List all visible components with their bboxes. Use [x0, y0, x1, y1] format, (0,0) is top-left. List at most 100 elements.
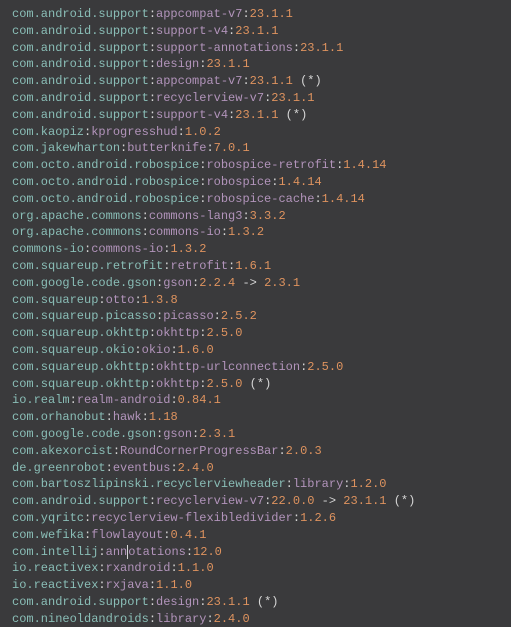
dependency-line: org.apache.commons:commons-io:1.3.2	[12, 224, 499, 241]
version-number: 1.3.2	[228, 225, 264, 239]
package-name: com.android.support	[12, 595, 149, 609]
dependency-line: com.android.support:support-annotations:…	[12, 40, 499, 57]
package-name: com.android.support	[12, 7, 149, 21]
package-name: com.squareup	[12, 293, 98, 307]
artifact-name: okhttp	[156, 377, 199, 391]
version-number: 2.3.1	[199, 427, 235, 441]
package-name: com.squareup.retrofit	[12, 259, 163, 273]
package-name: com.octo.android.robospice	[12, 158, 199, 172]
version-number: 2.5.2	[221, 309, 257, 323]
package-name: com.yqritc	[12, 511, 84, 525]
dependency-line: com.android.support:design:23.1.1	[12, 56, 499, 73]
version-number: 3.3.2	[250, 209, 286, 223]
version-number: 1.18	[149, 410, 178, 424]
package-name: com.squareup.okhttp	[12, 377, 149, 391]
version-number: 1.2.6	[300, 511, 336, 525]
artifact-name: hawk	[113, 410, 142, 424]
package-name: com.squareup.picasso	[12, 309, 156, 323]
artifact-name: recyclerview-v7	[156, 494, 264, 508]
version-number: 1.4.14	[322, 192, 365, 206]
package-name: com.android.support	[12, 57, 149, 71]
artifact-name: support-v4	[156, 24, 228, 38]
version-number: 1.4.14	[278, 175, 321, 189]
dependency-line: com.squareup.retrofit:retrofit:1.6.1	[12, 258, 499, 275]
dependency-line: com.android.support:recyclerview-v7:23.1…	[12, 90, 499, 107]
artifact-name: recyclerview-v7	[156, 91, 264, 105]
artifact-name: recyclerview-flexibledivider	[91, 511, 293, 525]
version-number: 23.1.1	[206, 595, 249, 609]
artifact-name: flowlayout	[91, 528, 163, 542]
artifact-name: commons-io	[91, 242, 163, 256]
artifact-name: robospice-retrofit	[206, 158, 336, 172]
version-number: 23.1.1	[300, 41, 343, 55]
package-name: com.android.support	[12, 24, 149, 38]
package-name: com.jakewharton	[12, 141, 120, 155]
version-number: 2.5.0	[206, 377, 242, 391]
dependency-line: com.wefika:flowlayout:0.4.1	[12, 527, 499, 544]
version-number: 23.1.1	[206, 57, 249, 71]
version-number: 1.1.0	[156, 578, 192, 592]
version-number: 23.1.1	[271, 91, 314, 105]
dependency-list: com.android.support:appcompat-v7:23.1.1c…	[12, 6, 499, 627]
package-name: com.android.support	[12, 74, 149, 88]
dependency-line: com.bartoszlipinski.recyclerviewheader:l…	[12, 476, 499, 493]
dependency-line: com.nineoldandroids:library:2.4.0	[12, 611, 499, 627]
artifact-name: support-v4	[156, 108, 228, 122]
star-marker: *	[293, 108, 300, 122]
artifact-name: design	[156, 57, 199, 71]
artifact-name: RoundCornerProgressBar	[120, 444, 278, 458]
version-number: 2.2.4	[199, 276, 235, 290]
version-number: 1.3.8	[142, 293, 178, 307]
dependency-line: com.android.support:appcompat-v7:23.1.1	[12, 6, 499, 23]
artifact-name: rxjava	[106, 578, 149, 592]
dependency-line: com.squareup.okhttp:okhttp:2.5.0 (*)	[12, 376, 499, 393]
dependency-line: com.squareup.picasso:picasso:2.5.2	[12, 308, 499, 325]
artifact-name: support-annotations	[156, 41, 293, 55]
package-name: com.android.support	[12, 494, 149, 508]
version-number: 1.6.0	[178, 343, 214, 357]
package-name: org.apache.commons	[12, 209, 142, 223]
package-name: com.squareup.okhttp	[12, 326, 149, 340]
package-name: com.kaopiz	[12, 125, 84, 139]
dependency-line: de.greenrobot:eventbus:2.4.0	[12, 460, 499, 477]
version-number: 22.0.0	[271, 494, 314, 508]
package-name: com.google.code.gson	[12, 276, 156, 290]
package-name: de.greenrobot	[12, 461, 106, 475]
dependency-line: com.google.code.gson:gson:2.3.1	[12, 426, 499, 443]
artifact-name: appcompat-v7	[156, 74, 242, 88]
artifact-name: gson	[163, 276, 192, 290]
package-name: org.apache.commons	[12, 225, 142, 239]
package-name: com.android.support	[12, 41, 149, 55]
dependency-line: com.squareup:otto:1.3.8	[12, 292, 499, 309]
artifact-name: commons-lang3	[149, 209, 243, 223]
dependency-line: com.google.code.gson:gson:2.2.4 -> 2.3.1	[12, 275, 499, 292]
dependency-line: io.realm:realm-android:0.84.1	[12, 392, 499, 409]
version-number: 1.3.2	[170, 242, 206, 256]
dependency-line: com.intellij:annotations:12.0	[12, 544, 499, 561]
artifact-name: eventbus	[113, 461, 171, 475]
artifact-name: picasso	[163, 309, 213, 323]
version-number: 0.84.1	[178, 393, 221, 407]
version-number: 2.4.0	[178, 461, 214, 475]
version-number: 2.5.0	[206, 326, 242, 340]
artifact-name: library	[293, 477, 343, 491]
dependency-line: com.squareup.okio:okio:1.6.0	[12, 342, 499, 359]
package-name: com.squareup.okhttp	[12, 360, 149, 374]
package-name: com.bartoszlipinski.recyclerviewheader	[12, 477, 286, 491]
artifact-name: okhttp	[156, 326, 199, 340]
artifact-name: rxandroid	[106, 561, 171, 575]
dependency-line: com.octo.android.robospice:robospice-ret…	[12, 157, 499, 174]
version-number: 1.6.1	[235, 259, 271, 273]
dependency-line: io.reactivex:rxjava:1.1.0	[12, 577, 499, 594]
dependency-line: com.android.support:recyclerview-v7:22.0…	[12, 493, 499, 510]
upgrade-version: 2.3.1	[264, 276, 300, 290]
star-marker: *	[264, 595, 271, 609]
package-name: com.squareup.okio	[12, 343, 134, 357]
package-name: com.google.code.gson	[12, 427, 156, 441]
version-number: 0.4.1	[170, 528, 206, 542]
package-name: com.android.support	[12, 108, 149, 122]
artifact-name: robospice-cache	[206, 192, 314, 206]
dependency-line: com.squareup.okhttp:okhttp:2.5.0	[12, 325, 499, 342]
dependency-line: com.android.support:design:23.1.1 (*)	[12, 594, 499, 611]
version-number: 23.1.1	[235, 24, 278, 38]
